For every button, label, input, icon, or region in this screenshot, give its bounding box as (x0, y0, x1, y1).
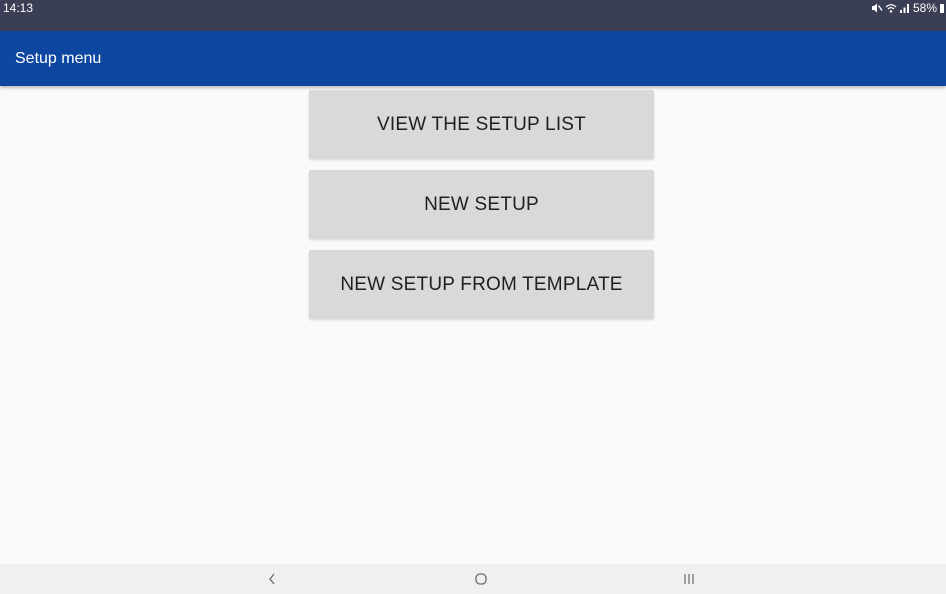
recents-button[interactable] (659, 564, 719, 594)
view-setup-list-button[interactable]: VIEW THE SETUP LIST (309, 90, 654, 159)
battery-icon (940, 3, 944, 13)
status-bar: 14:13 58% (0, 0, 946, 31)
recents-icon (684, 574, 694, 584)
mute-icon (871, 3, 883, 13)
new-setup-button[interactable]: NEW SETUP (309, 170, 654, 239)
wifi-icon (885, 4, 897, 13)
setup-menu-content: VIEW THE SETUP LIST NEW SETUP NEW SETUP … (0, 86, 946, 564)
status-icons: 58% (871, 1, 944, 15)
screen: 14:13 58% Setup menu VIEW THE SETUP LIST (0, 0, 946, 594)
home-button[interactable] (451, 564, 511, 594)
navigation-bar (0, 564, 946, 594)
new-setup-from-template-button[interactable]: NEW SETUP FROM TEMPLATE (309, 250, 654, 319)
battery-percent: 58% (912, 1, 937, 15)
signal-icon (899, 4, 909, 13)
page-title: Setup menu (15, 50, 102, 67)
back-button[interactable] (242, 564, 302, 594)
status-time: 14:13 (3, 1, 34, 15)
back-icon (269, 573, 275, 585)
app-bar: Setup menu (0, 31, 946, 86)
home-icon (475, 573, 487, 585)
